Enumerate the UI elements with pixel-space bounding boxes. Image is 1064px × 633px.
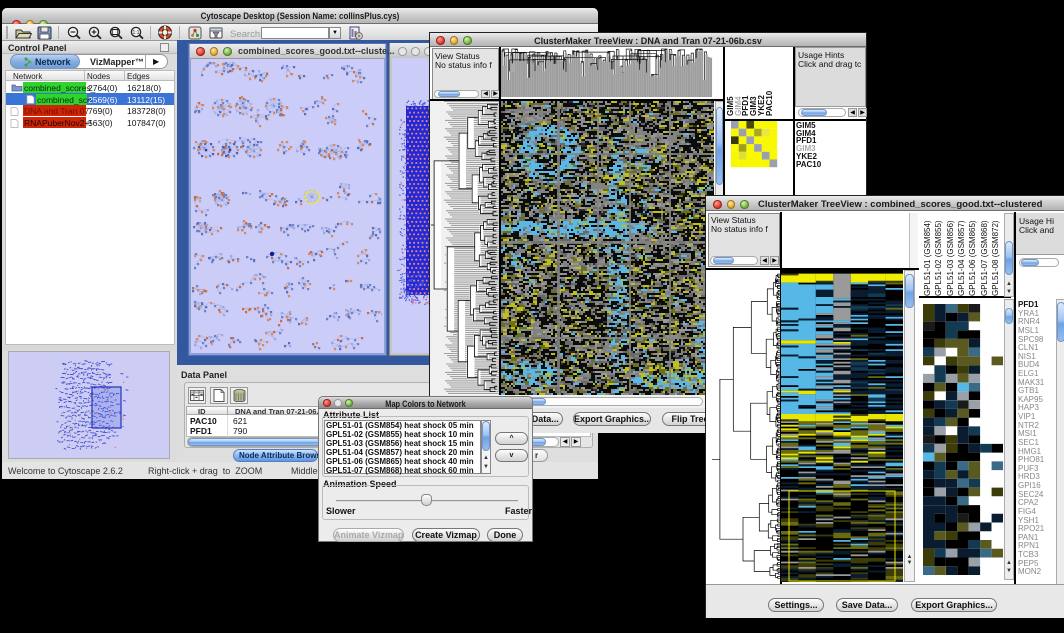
svg-text:1:1: 1:1 xyxy=(133,30,140,36)
